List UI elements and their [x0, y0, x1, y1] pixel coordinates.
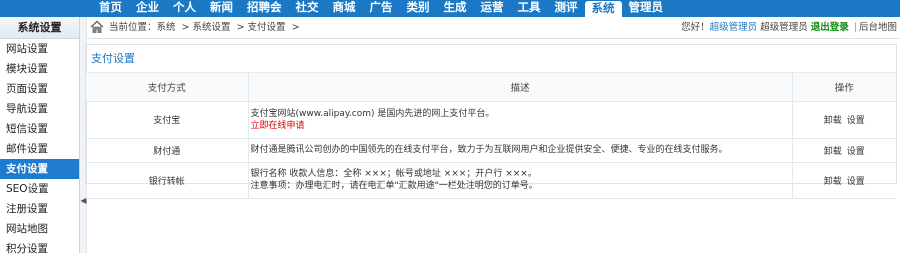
breadcrumb-item[interactable]: > 支付设置 [237, 22, 286, 33]
nav-item-operations[interactable]: 运营 [474, 0, 511, 17]
home-icon[interactable] [90, 20, 104, 34]
nav-item-admin[interactable]: 管理员 [622, 0, 671, 17]
operations-cell: 卸载 设置 [792, 138, 896, 163]
sidebar-item-register-settings[interactable]: 注册设置 [0, 199, 79, 219]
sidebar-title: 系统设置 [0, 17, 79, 39]
uninstall-link[interactable]: 卸载 [824, 116, 842, 126]
column-header-operation: 操作 [792, 73, 896, 102]
payment-description: 支付宝网站(www.alipay.com) 是国内先进的网上支付平台。 立即在线… [248, 101, 793, 139]
admin-role-link[interactable]: 超级管理员 [710, 22, 758, 33]
separator: | [853, 22, 857, 33]
nav-item-category[interactable]: 类别 [400, 0, 437, 17]
operations-cell: 卸载 设置 [792, 101, 896, 139]
nav-item-assessment[interactable]: 测评 [548, 0, 585, 17]
payment-description: 银行名称 收款人信息：全称 ×××；帐号或地址 ×××；开户行 ×××。 注意事… [248, 162, 793, 199]
sidebar-item-nav-settings[interactable]: 导航设置 [0, 99, 79, 119]
main-nav: 首页 企业 个人 新闻 招聘会 社交 商城 广告 类别 生成 运营 工具 测评 … [92, 0, 670, 17]
nav-item-ads[interactable]: 广告 [363, 0, 400, 17]
payment-description: 财付通是腾讯公司创办的中国领先的在线支付平台，致力于为互联网用户和企业提供安全、… [248, 138, 793, 163]
sidebar: 系统设置 网站设置 模块设置 页面设置 导航设置 短信设置 邮件设置 支付设置 … [0, 17, 80, 255]
description-line: 银行名称 收款人信息：全称 ×××；帐号或地址 ×××；开户行 ×××。 [250, 169, 537, 179]
description-line: 注意事项：办理电汇时，请在电汇单"汇款用途"一栏处注明您的订单号。 [250, 181, 538, 191]
breadcrumb-item: 当前位置：系统 [109, 22, 176, 33]
description-line: 支付宝网站(www.alipay.com) 是国内先进的网上支付平台。 [250, 108, 495, 119]
table-row-alipay: 支付宝 支付宝网站(www.alipay.com) 是国内先进的网上支付平台。 … [86, 101, 896, 139]
nav-item-home[interactable]: 首页 [92, 0, 129, 17]
nav-item-job-fair[interactable]: 招聘会 [240, 0, 289, 17]
payment-settings-panel: 支付设置 支付方式 描述 操作 支付宝 支付宝网站(www.alipay.com… [85, 44, 897, 199]
table-header-row: 支付方式 描述 操作 [86, 73, 896, 102]
backend-sitemap-link[interactable]: 后台地图 [859, 22, 897, 33]
breadcrumb-item[interactable]: > 系统设置 [182, 22, 231, 33]
payment-method-name: 银行转帐 [86, 162, 249, 199]
sidebar-item-points-settings[interactable]: 积分设置 [0, 239, 79, 259]
sidebar-item-page-settings[interactable]: 页面设置 [0, 79, 79, 99]
description-line: 财付通是腾讯公司创办的中国领先的在线支付平台，致力于为互联网用户和企业提供安全、… [250, 145, 728, 155]
nav-item-tools[interactable]: 工具 [511, 0, 548, 17]
settings-link[interactable]: 设置 [847, 116, 865, 126]
sidebar-item-seo-settings[interactable]: SEO设置 [0, 179, 79, 199]
nav-item-news[interactable]: 新闻 [203, 0, 240, 17]
settings-link[interactable]: 设置 [847, 147, 865, 157]
operations-cell: 卸载 设置 [792, 162, 896, 199]
payment-method-name: 财付通 [86, 138, 249, 163]
sidebar-item-payment-settings[interactable]: 支付设置 [0, 159, 79, 179]
table-row-bank-transfer: 银行转帐 银行名称 收款人信息：全称 ×××；帐号或地址 ×××；开户行 ×××… [86, 162, 896, 199]
sidebar-item-sitemap[interactable]: 网站地图 [0, 219, 79, 239]
nav-item-generate[interactable]: 生成 [437, 0, 474, 17]
nav-item-company[interactable]: 企业 [129, 0, 166, 17]
greeting-text: 您好！ [681, 22, 710, 33]
nav-item-system[interactable]: 系统 [584, 1, 622, 17]
apply-online-link[interactable]: 立即在线申请 [251, 120, 792, 132]
settings-link[interactable]: 设置 [847, 177, 865, 187]
nav-item-social[interactable]: 社交 [289, 0, 326, 17]
nav-item-personal[interactable]: 个人 [166, 0, 203, 17]
panel-title: 支付设置 [86, 45, 896, 73]
nav-item-mall[interactable]: 商城 [326, 0, 363, 17]
payment-methods-table: 支付方式 描述 操作 支付宝 支付宝网站(www.alipay.com) 是国内… [86, 73, 896, 199]
sidebar-item-site-settings[interactable]: 网站设置 [0, 39, 79, 59]
logout-link[interactable]: 退出登录 [811, 22, 849, 33]
breadcrumb-bar: 当前位置：系统 > 系统设置 > 支付设置 > 您好！超级管理员 超级管理员 退… [87, 17, 900, 39]
column-header-description: 描述 [248, 73, 793, 102]
sidebar-item-mail-settings[interactable]: 邮件设置 [0, 139, 79, 159]
admin-role-text: 超级管理员 [760, 22, 808, 33]
top-nav-bar: 首页 企业 个人 新闻 招聘会 社交 商城 广告 类别 生成 运营 工具 测评 … [0, 0, 900, 17]
column-header-method: 支付方式 [86, 73, 249, 102]
user-links: 您好！超级管理员 超级管理员 退出登录 | 后台地图 [681, 17, 897, 39]
sidebar-item-module-settings[interactable]: 模块设置 [0, 59, 79, 79]
payment-method-name: 支付宝 [86, 101, 249, 139]
sidebar-item-sms-settings[interactable]: 短信设置 [0, 119, 79, 139]
uninstall-link[interactable]: 卸载 [824, 177, 842, 187]
breadcrumb-item: > [291, 22, 300, 33]
uninstall-link[interactable]: 卸载 [824, 147, 842, 157]
table-row-tenpay: 财付通 财付通是腾讯公司创办的中国领先的在线支付平台，致力于为互联网用户和企业提… [86, 138, 896, 163]
breadcrumb: 当前位置：系统 > 系统设置 > 支付设置 > [109, 17, 303, 39]
